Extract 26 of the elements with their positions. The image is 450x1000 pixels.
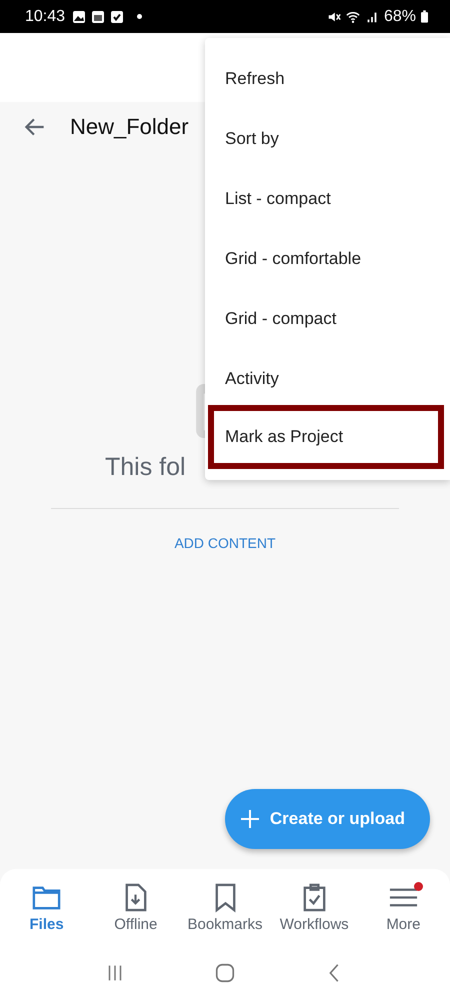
nav-tab[interactable]: Workflows — [270, 882, 359, 932]
folder-title: New_Folder — [70, 114, 189, 140]
checkbox-icon — [110, 10, 124, 24]
plus-icon — [240, 809, 260, 829]
calendar-icon — [91, 10, 106, 24]
clock: 10:43 — [25, 8, 66, 26]
battery-icon — [421, 10, 428, 23]
empty-message: This fol — [105, 453, 186, 482]
menu-item[interactable]: List - compact — [205, 169, 450, 229]
nav-tab[interactable]: Offline — [91, 882, 180, 932]
notification-dot-icon — [137, 14, 142, 19]
menu-item[interactable]: Refresh — [205, 49, 450, 109]
image-icon — [72, 10, 86, 24]
nav-tab[interactable]: More — [358, 882, 448, 932]
menu-item[interactable]: Grid - compact — [205, 289, 450, 349]
battery-level: 68% — [384, 8, 416, 26]
nav-tab[interactable]: Files — [2, 882, 92, 932]
add-content-button[interactable]: ADD CONTENT — [170, 531, 280, 555]
mute-icon — [326, 10, 341, 24]
menu-item[interactable]: Grid - comfortable — [205, 229, 450, 289]
signal-icon — [364, 10, 379, 24]
menu-item[interactable]: Sort by — [205, 109, 450, 169]
wifi-icon — [346, 10, 360, 24]
nav-tab[interactable]: Bookmarks — [180, 882, 270, 932]
menu-item[interactable]: Mark as Project — [208, 405, 444, 469]
home-icon[interactable] — [214, 962, 236, 984]
